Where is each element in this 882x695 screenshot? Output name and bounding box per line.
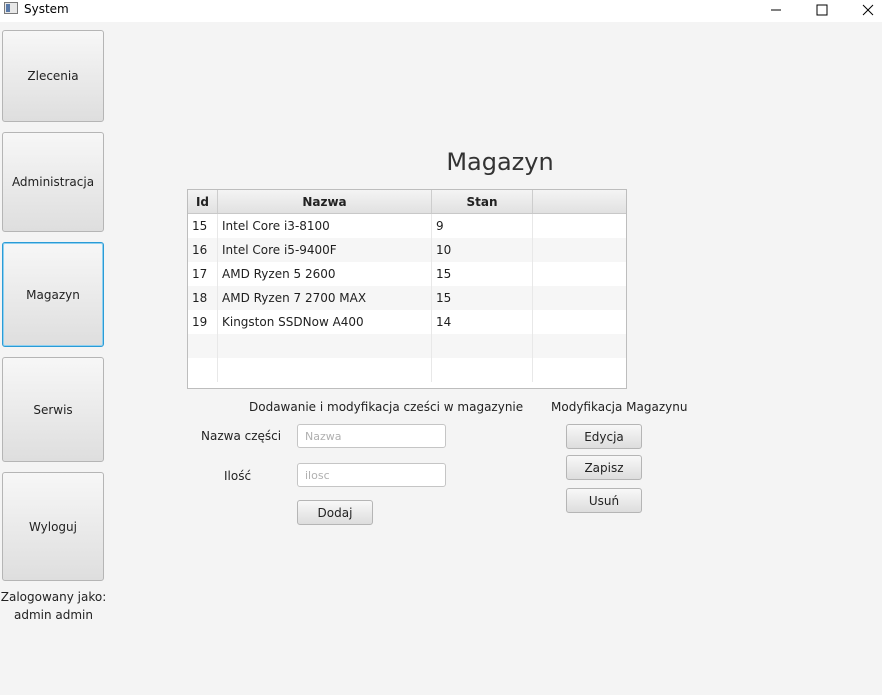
- form-heading: Dodawanie i modyfikacja cześci w magazyn…: [249, 400, 524, 414]
- app-icon: [4, 2, 18, 14]
- close-button[interactable]: [846, 0, 882, 20]
- cell-stan: 9: [432, 214, 533, 238]
- column-header-empty[interactable]: [533, 190, 626, 213]
- nav-serwis-button[interactable]: Serwis: [2, 357, 104, 462]
- window-title: System: [24, 2, 69, 16]
- cell-nazwa: Intel Core i3-8100: [218, 214, 432, 238]
- logout-button[interactable]: Wyloguj: [2, 472, 104, 581]
- table-row[interactable]: 19 Kingston SSDNow A400 14: [188, 310, 626, 334]
- minimize-button[interactable]: [754, 0, 798, 20]
- cell-stan: 10: [432, 238, 533, 262]
- table-row[interactable]: 15 Intel Core i3-8100 9: [188, 214, 626, 238]
- cell-nazwa: Intel Core i5-9400F: [218, 238, 432, 262]
- cell-stan: 15: [432, 286, 533, 310]
- quantity-label: Ilość: [224, 469, 252, 483]
- table-header: Id Nazwa Stan: [188, 190, 626, 214]
- table-row-empty: [188, 334, 626, 358]
- minimize-icon: [771, 9, 781, 11]
- table-row[interactable]: 16 Intel Core i5-9400F 10: [188, 238, 626, 262]
- cell-stan: 14: [432, 310, 533, 334]
- cell-empty: [432, 334, 533, 358]
- part-name-input[interactable]: [297, 424, 446, 448]
- table-row-empty: [188, 358, 626, 382]
- cell-empty: [188, 358, 218, 382]
- edit-button[interactable]: Edycja: [566, 424, 642, 449]
- column-header-nazwa[interactable]: Nazwa: [218, 190, 432, 213]
- quantity-input[interactable]: [297, 463, 446, 487]
- column-header-id[interactable]: Id: [188, 190, 218, 213]
- cell-id: 19: [188, 310, 218, 334]
- cell-nazwa: AMD Ryzen 5 2600: [218, 262, 432, 286]
- cell-id: 18: [188, 286, 218, 310]
- cell-id: 17: [188, 262, 218, 286]
- cell-empty: [432, 358, 533, 382]
- part-name-label: Nazwa części: [201, 429, 282, 443]
- logged-in-user: admin admin: [13, 608, 93, 622]
- cell-nazwa: Kingston SSDNow A400: [218, 310, 432, 334]
- modify-heading: Modyfikacja Magazynu: [551, 400, 688, 414]
- cell-id: 16: [188, 238, 218, 262]
- cell-stan: 15: [432, 262, 533, 286]
- column-header-stan[interactable]: Stan: [432, 190, 533, 213]
- table-row[interactable]: 18 AMD Ryzen 7 2700 MAX 15: [188, 286, 626, 310]
- cell-nazwa: AMD Ryzen 7 2700 MAX: [218, 286, 432, 310]
- save-button[interactable]: Zapisz: [566, 455, 642, 480]
- inventory-table[interactable]: Id Nazwa Stan 15 Intel Core i3-8100 9 16…: [187, 189, 627, 389]
- nav-magazyn-button[interactable]: Magazyn: [2, 242, 104, 347]
- title-bar: System: [0, 0, 882, 22]
- maximize-button[interactable]: [800, 0, 844, 20]
- cell-empty: [218, 334, 432, 358]
- close-icon: [862, 4, 874, 16]
- delete-button[interactable]: Usuń: [566, 488, 642, 513]
- cell-empty: [218, 358, 432, 382]
- page-title: Magazyn: [446, 148, 554, 176]
- add-button[interactable]: Dodaj: [297, 500, 373, 525]
- nav-zlecenia-button[interactable]: Zlecenia: [2, 30, 104, 122]
- table-row[interactable]: 17 AMD Ryzen 5 2600 15: [188, 262, 626, 286]
- cell-empty: [188, 334, 218, 358]
- logged-in-label: Zalogowany jako:: [0, 590, 107, 604]
- nav-administracja-button[interactable]: Administracja: [2, 132, 104, 232]
- maximize-icon: [816, 4, 828, 16]
- cell-id: 15: [188, 214, 218, 238]
